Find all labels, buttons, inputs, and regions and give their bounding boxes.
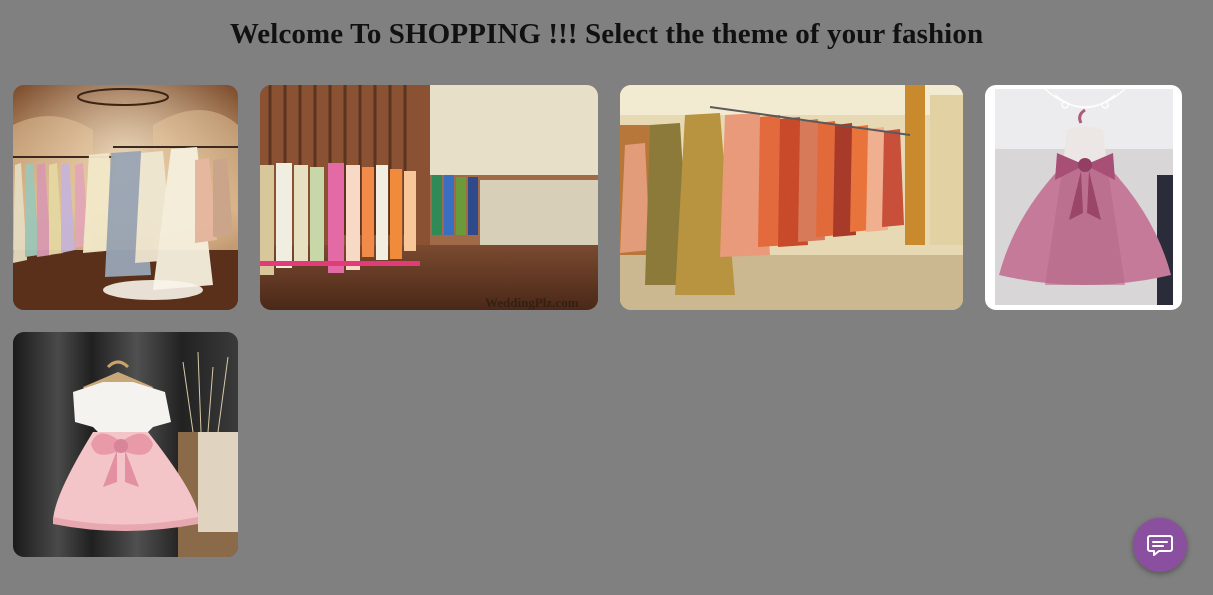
theme-tile-bridal-gowns[interactable] bbox=[13, 85, 238, 310]
party-frock-image bbox=[995, 88, 1173, 305]
chat-widget-button[interactable] bbox=[1133, 518, 1187, 572]
ethnic-wear-store-image: WeddingPlz.com bbox=[260, 85, 598, 310]
store-watermark: WeddingPlz.com bbox=[485, 295, 579, 310]
lehenga-showroom-image bbox=[620, 85, 963, 310]
theme-tile-party-frock[interactable] bbox=[985, 85, 1182, 310]
chat-bubble-icon bbox=[1147, 535, 1173, 556]
bridal-gowns-image bbox=[13, 85, 238, 310]
kids-dress-image bbox=[13, 332, 238, 557]
theme-tile-lehenga-showroom[interactable] bbox=[620, 85, 963, 310]
page: Welcome To SHOPPING !!! Select the theme… bbox=[0, 0, 1213, 595]
theme-tile-kids-dress[interactable] bbox=[13, 332, 238, 557]
theme-tile-ethnic-wear[interactable]: WeddingPlz.com bbox=[260, 85, 598, 310]
page-title: Welcome To SHOPPING !!! Select the theme… bbox=[229, 18, 984, 50]
